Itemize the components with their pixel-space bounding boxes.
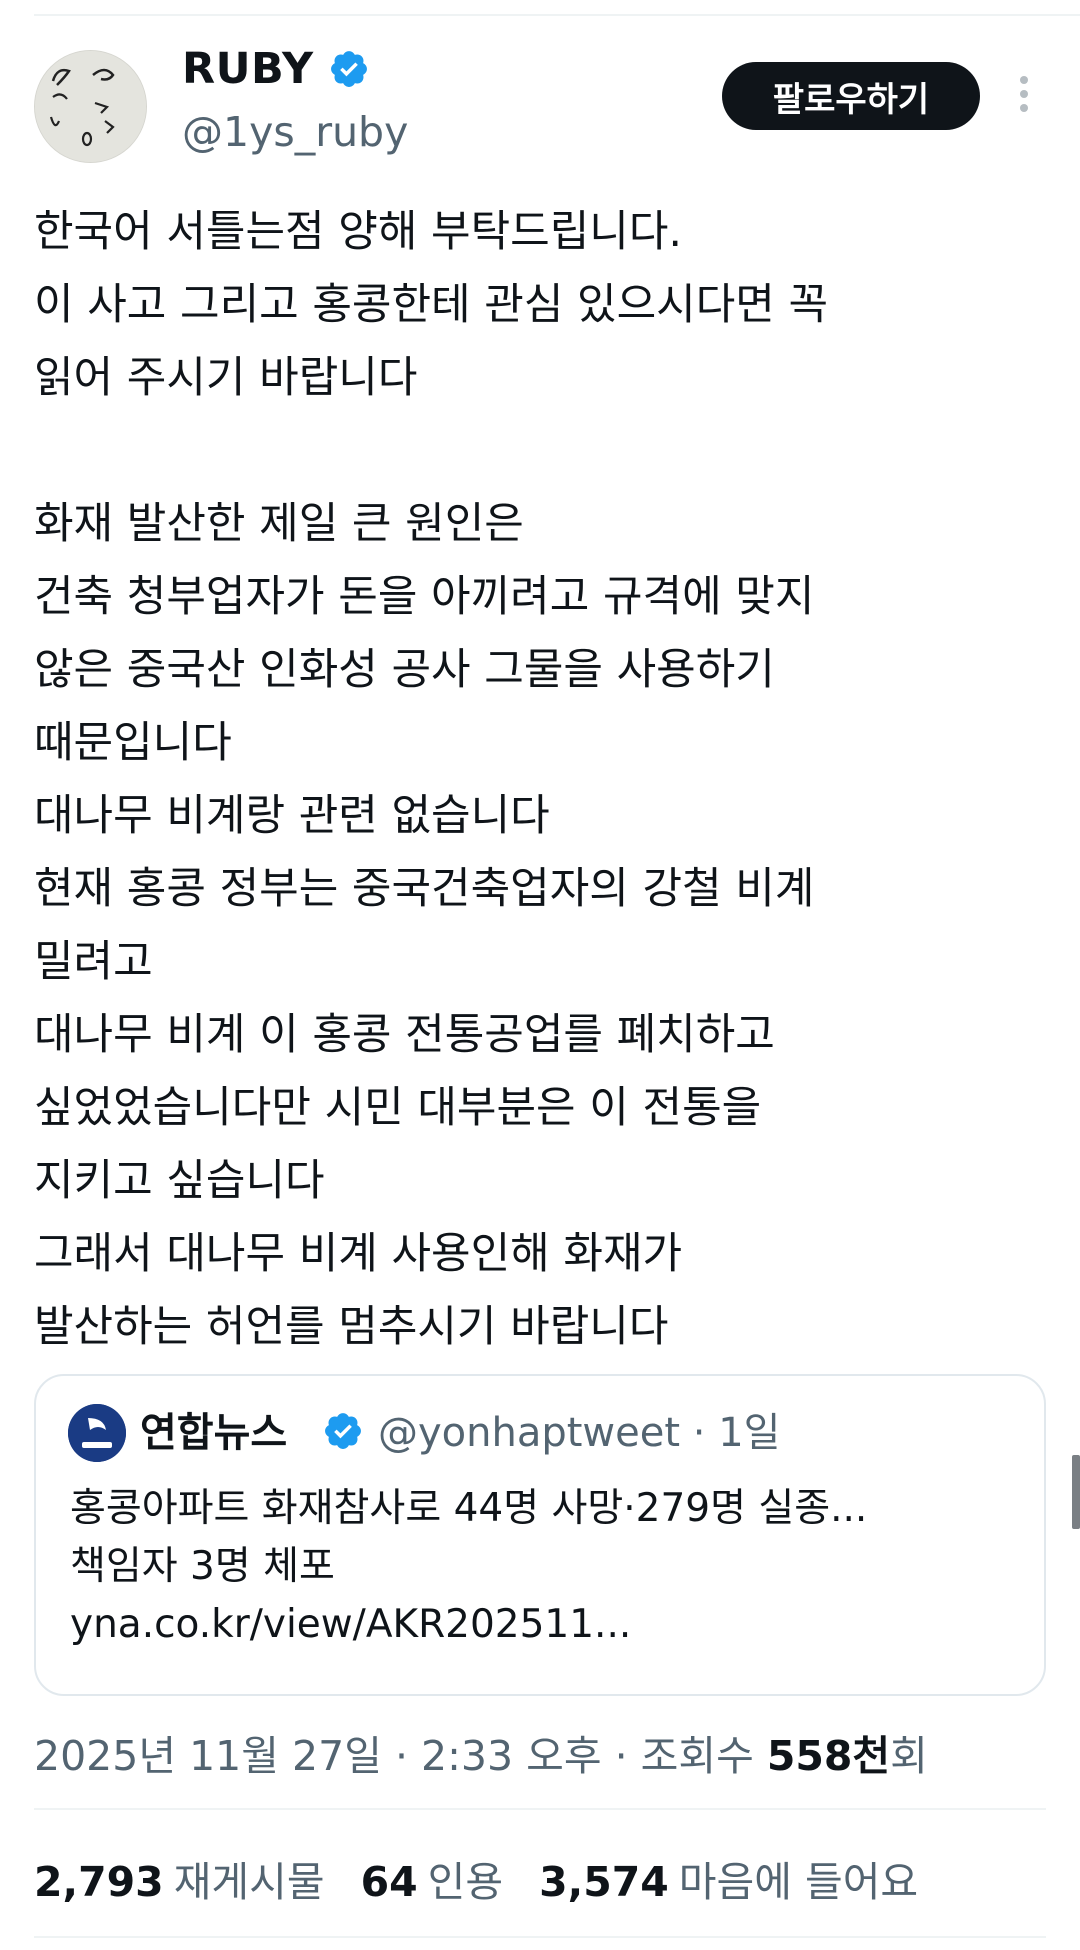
author-handle[interactable]: @1ys_ruby [182, 108, 408, 156]
display-name[interactable]: RUBY [182, 44, 314, 94]
avatar-sketch-icon [35, 51, 146, 162]
verified-badge-icon [330, 51, 367, 87]
avatar[interactable] [34, 50, 147, 163]
quote-avatar [68, 1404, 126, 1462]
quote-stat[interactable]: 64 인용 [361, 1848, 504, 1908]
tweet-text: 한국어 서틀는점 양해 부탁드립니다. 이 사고 그리고 홍콩한테 관심 있으시… [34, 207, 829, 1352]
view-count: 558천 [766, 1732, 891, 1780]
view-suffix: 회 [890, 1732, 928, 1780]
follow-button[interactable]: 팔로우하기 [722, 62, 980, 130]
quote-handle-time: @yonhaptweet · 1일 [378, 1410, 781, 1456]
author-name-row[interactable]: RUBY [182, 44, 370, 94]
engagement-stats: 2,793 재게시물 64 인용 3,574 마음에 들어요 [34, 1848, 918, 1908]
divider [34, 1936, 1046, 1938]
quoted-tweet-card[interactable]: 연합뉴스 @yonhaptweet · 1일 홍콩아파트 화재참사로 44명 사… [34, 1374, 1046, 1696]
divider [34, 1808, 1046, 1810]
retweet-stat[interactable]: 2,793 재게시물 [34, 1848, 325, 1908]
scrollbar-thumb[interactable] [1072, 1455, 1080, 1529]
top-divider [34, 14, 1080, 16]
quote-display-name: 연합뉴스 [140, 1410, 288, 1456]
yonhap-logo-icon [68, 1404, 126, 1462]
verified-badge-icon [325, 1413, 361, 1449]
tweet-meta: 2025년 11월 27일 · 2:33 오후 · 조회수 558천회 [34, 1722, 928, 1782]
more-vertical-icon[interactable] [1010, 74, 1038, 114]
like-stat[interactable]: 3,574 마음에 들어요 [539, 1848, 918, 1908]
quote-text: 홍콩아파트 화재참사로 44명 사망·279명 실종... 책임자 3명 체포 … [70, 1486, 868, 1647]
tweet-date-time[interactable]: 2025년 11월 27일 · 2:33 오후 · 조회수 [34, 1732, 767, 1780]
